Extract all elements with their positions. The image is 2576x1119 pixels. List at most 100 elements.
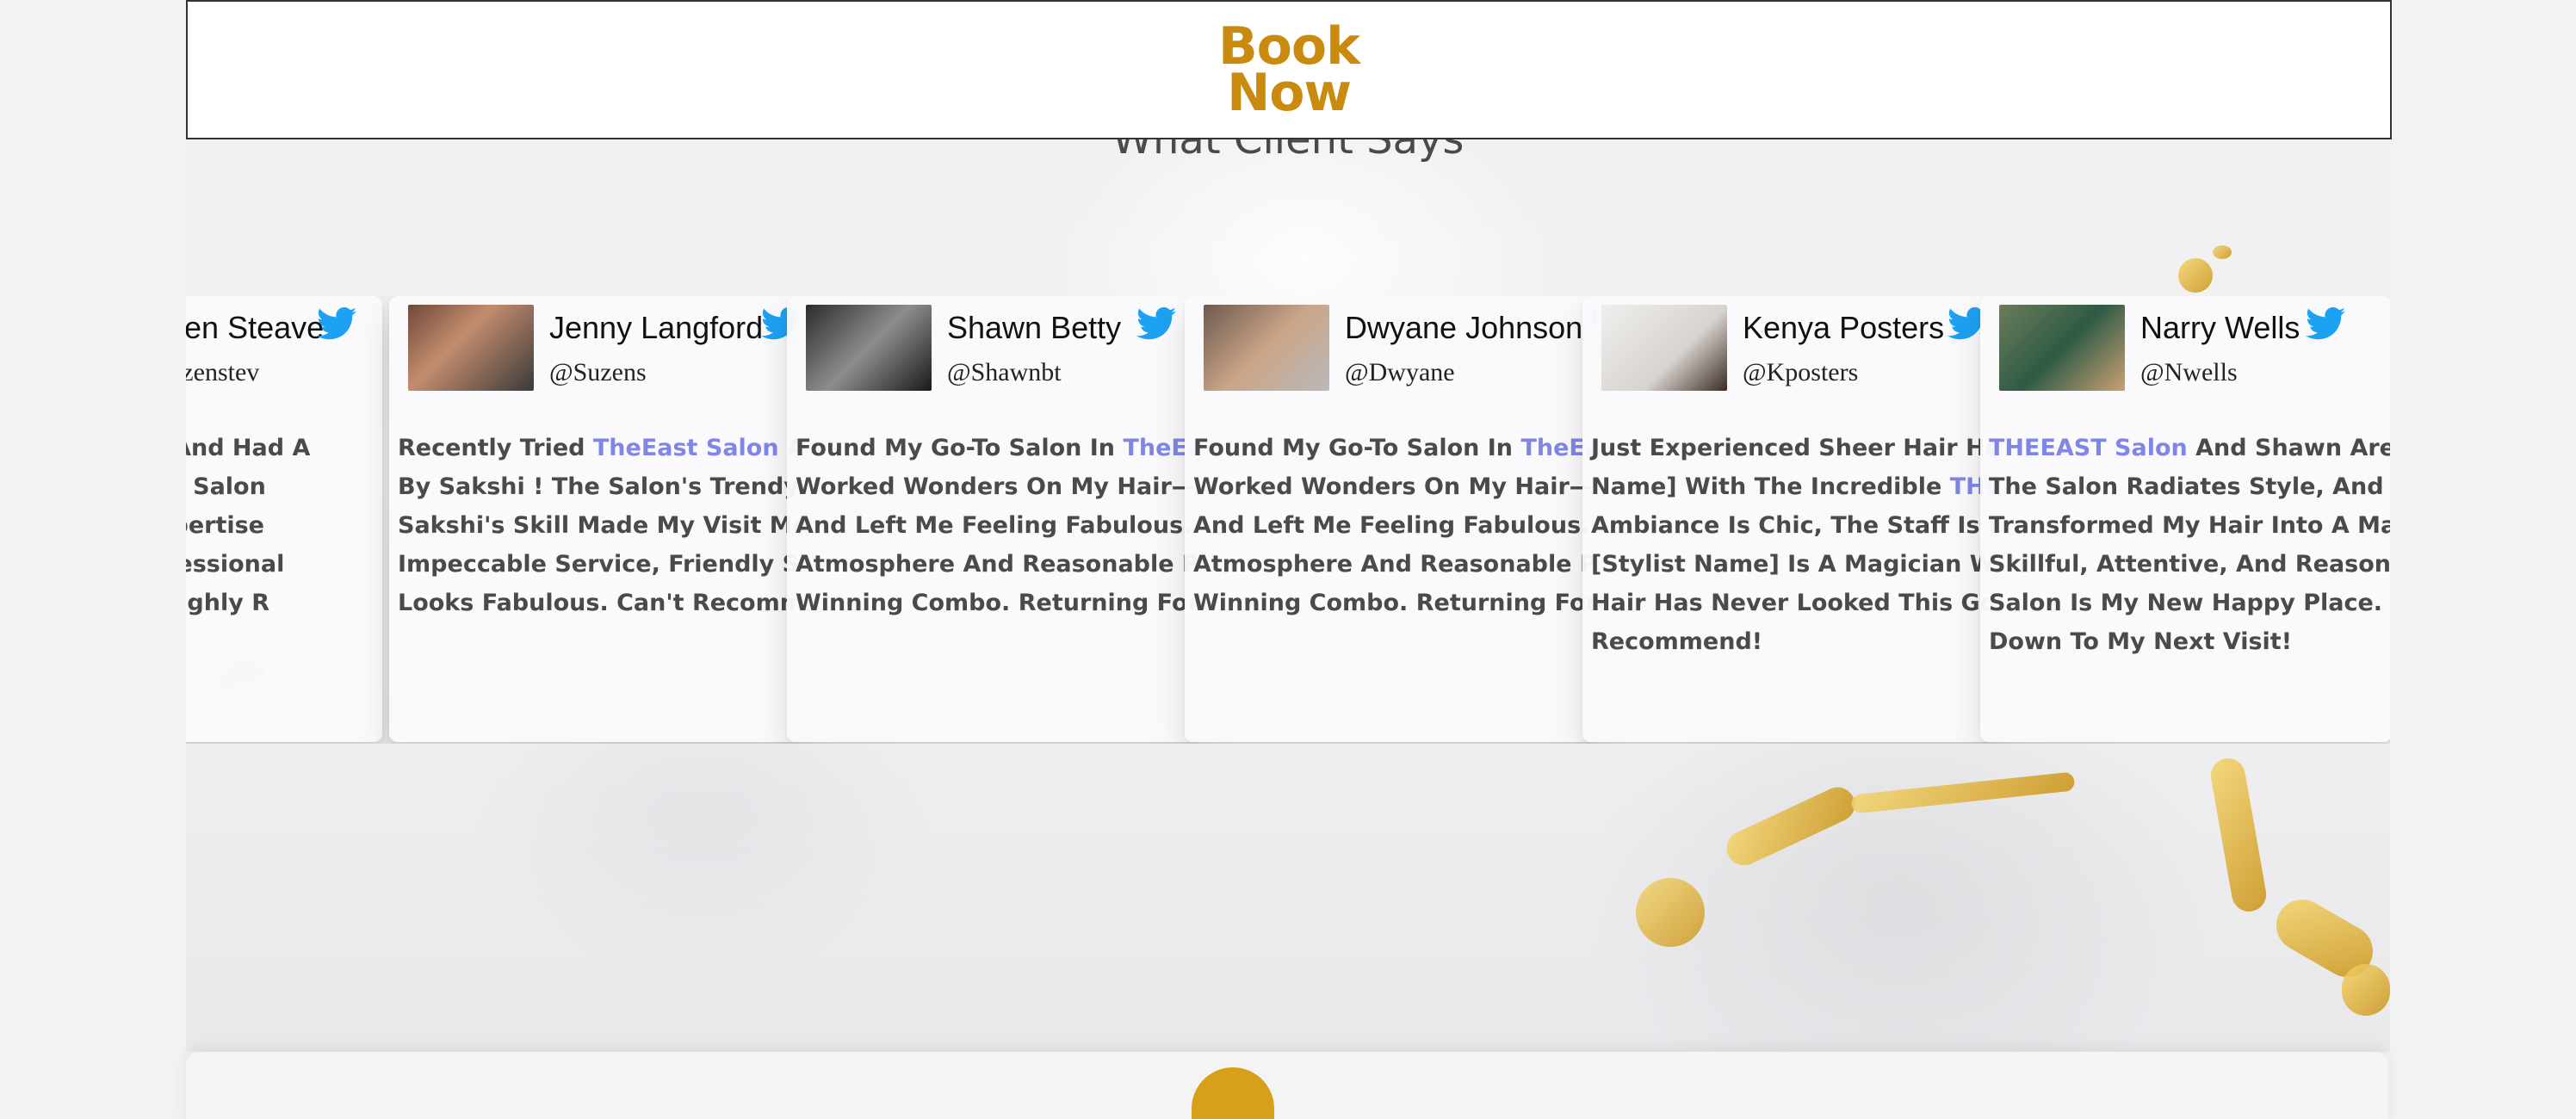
testimonial-line: Winning Combo. Returning For S xyxy=(796,584,1198,622)
testimonial-line: [Stylist Name] Is A Magician Wit xyxy=(1591,545,1994,584)
gold-splash-decoration xyxy=(2178,258,2213,293)
testimonial-text-segment: And Harry's Expertise xyxy=(186,512,264,539)
testimonial-text: Just Experienced Sheer Hair He Name] With… xyxy=(1591,429,1994,661)
testimonial-text-segment: Just Experienced Sheer Hair He xyxy=(1591,435,1994,461)
testimonial-text-segment: And Left Me Feeling Fabulous. T xyxy=(796,512,1198,539)
testimonial-line: Fairly Priced. Highly R xyxy=(186,584,382,622)
testimonial-text-segment: Worked Wonders On My Hair—A xyxy=(1193,473,1596,500)
avatar xyxy=(408,305,534,391)
testimonial-text-segment: Name] With The Incredible xyxy=(1591,473,1950,500)
testimonial-text-segment: [Stylist Name] Is A Magician Wit xyxy=(1591,551,1994,578)
testimonial-line: Winning Combo. Returning For S xyxy=(1193,584,1596,622)
testimonial-text-segment: Winning Combo. Returning For S xyxy=(796,590,1198,616)
testimonial-carousel[interactable]: Suzen Steave @Suzenstev TheEast Salon And … xyxy=(186,296,2390,744)
book-now-label-line2: Now xyxy=(1227,63,1352,123)
reviewer-name: Kenya Posters xyxy=(1743,310,1945,345)
reviewer-handle: @Suzenstev xyxy=(186,358,260,386)
testimonial-text-segment: With Harry. The Salon xyxy=(186,473,266,500)
testimonial-text-segment: Skillful, Attentive, And Reasonabl xyxy=(1989,551,2390,578)
gold-splash-decoration xyxy=(2342,964,2390,1016)
avatar xyxy=(806,305,932,391)
testimonial-text-segment: Recommend! xyxy=(1591,628,1763,655)
testimonial-line: Transformed My Hair Into A Mast xyxy=(1989,506,2390,545)
testimonial-card: Narry Wells @Nwells THEEAST Salon And Shaw… xyxy=(1980,296,2390,742)
testimonial-line: And Left Me Feeling Fabulous. T xyxy=(1193,506,1596,545)
reviewer-handle: @Dwyane xyxy=(1345,358,1455,386)
testimonial-line: And Style. Professional xyxy=(186,545,382,584)
testimonial-text-segment: Fairly Priced. Highly R xyxy=(186,590,270,616)
gold-splash-decoration xyxy=(2213,245,2232,259)
testimonial-text: THEEAST Salon And Shawn Are A The Salon R… xyxy=(1989,429,2390,661)
reviewer-handle: @Shawnbt xyxy=(947,358,1062,386)
testimonial-line: Found My Go-To Salon In TheEast xyxy=(1193,429,1596,467)
reviewer-handle: @Kposters xyxy=(1743,358,1859,386)
testimonial-line: Sakshi's Skill Made My Visit Mem xyxy=(398,506,801,545)
testimonial-line: Atmosphere And Reasonable Pri xyxy=(796,545,1198,584)
reviewer-handle: @Suzens xyxy=(549,358,647,386)
testimonial-line: With Harry. The Salon xyxy=(186,467,382,506)
testimonial-line: Ambiance Is Chic, The Staff Is Fr xyxy=(1591,506,1994,545)
testimonial-line: Found My Go-To Salon In TheEast xyxy=(796,429,1198,467)
testimonial-text-segment: Winning Combo. Returning For S xyxy=(1193,590,1596,616)
testimonial-text-segment: Sakshi's Skill Made My Visit Mem xyxy=(398,512,801,539)
avatar xyxy=(1601,305,1727,391)
testimonial-line: Skillful, Attentive, And Reasonabl xyxy=(1989,545,2390,584)
testimonial-text-segment: Atmosphere And Reasonable Pri xyxy=(1193,551,1596,578)
testimonial-text-segment: Found My Go-To Salon In xyxy=(1193,435,1521,461)
salon-link[interactable]: TheEast Salon xyxy=(593,435,779,461)
reviewer-name: Suzen Steave xyxy=(186,310,325,345)
testimonial-card: Kenya Posters @Kposters Just Experienced S… xyxy=(1582,296,1994,742)
testimonial-line: Atmosphere And Reasonable Pri xyxy=(1193,545,1596,584)
gold-logo-icon xyxy=(1192,1067,1274,1119)
testimonial-line: And Harry's Expertise xyxy=(186,506,382,545)
testimonial-line: By Sakshi ! The Salon's Trendy V xyxy=(398,467,801,506)
reviewer-handle: @Nwells xyxy=(2140,358,2238,386)
testimonial-text-segment: Ambiance Is Chic, The Staff Is Fr xyxy=(1591,512,1994,539)
testimonial-line: Just Experienced Sheer Hair He xyxy=(1591,429,1994,467)
avatar xyxy=(1204,305,1329,391)
book-now-banner: Book Now xyxy=(186,0,2392,139)
testimonial-card: Suzen Steave @Suzenstev TheEast Salon And … xyxy=(186,296,382,742)
testimonial-text-segment: Worked Wonders On My Hair—A xyxy=(796,473,1198,500)
gold-splash-decoration xyxy=(1636,878,1705,947)
testimonial-text-segment: And Shawn Are A xyxy=(2195,435,2390,461)
testimonial-text: Found My Go-To Salon In TheEast Worked Wo… xyxy=(1193,429,1596,622)
testimonial-line: Down To My Next Visit! xyxy=(1989,622,2390,661)
testimonial-line: Worked Wonders On My Hair—A xyxy=(1193,467,1596,506)
testimonial-line: And Left Me Feeling Fabulous. T xyxy=(796,506,1198,545)
reviewer-name: Jenny Langford xyxy=(549,310,764,345)
reviewer-name: Dwyane Johnson xyxy=(1345,310,1583,345)
testimonial-text: Found My Go-To Salon In TheEast Worked Wo… xyxy=(796,429,1198,622)
testimonial-line: Name] With The Incredible THEE xyxy=(1591,467,1994,506)
book-now-button[interactable]: Book Now xyxy=(1203,21,1375,123)
testimonial-text-segment: Down To My Next Visit! xyxy=(1989,628,2293,655)
testimonial-line: Recently Tried TheEast Salon And xyxy=(398,429,801,467)
testimonial-text-segment: Recently Tried xyxy=(398,435,593,461)
twitter-icon[interactable] xyxy=(317,306,356,341)
reviewer-name: Narry Wells xyxy=(2140,310,2300,345)
testimonial-line: Impeccable Service, Friendly Sta xyxy=(398,545,801,584)
testimonial-text-segment: And Had A xyxy=(186,435,311,461)
next-section-panel xyxy=(186,1052,2388,1119)
testimonial-text-segment: Salon Is My New Happy Place. Al xyxy=(1989,590,2390,616)
testimonial-line: THEEAST Salon And Shawn Are A xyxy=(1989,429,2390,467)
testimonial-text: Recently Tried TheEast Salon And By Saksh… xyxy=(398,429,801,622)
testimonial-card: Dwyane Johnson @Dwyane Found My Go-To Salo… xyxy=(1185,296,1596,742)
avatar xyxy=(1999,305,2125,391)
salon-link[interactable]: THEEAST Salon xyxy=(1989,435,2188,461)
testimonial-text-segment: Transformed My Hair Into A Mast xyxy=(1989,512,2390,539)
testimonial-text-segment: Impeccable Service, Friendly Sta xyxy=(398,551,801,578)
testimonial-text-segment: Atmosphere And Reasonable Pri xyxy=(796,551,1198,578)
testimonial-text-segment: And Style. Professional xyxy=(186,551,285,578)
testimonial-text-segment: And Left Me Feeling Fabulous. T xyxy=(1193,512,1596,539)
reviewer-name: Shawn Betty xyxy=(947,310,1122,345)
testimonial-text-segment: By Sakshi ! The Salon's Trendy V xyxy=(398,473,801,500)
testimonial-line: Salon Is My New Happy Place. Al xyxy=(1989,584,2390,622)
twitter-icon[interactable] xyxy=(1136,306,1176,341)
testimonial-line: The Salon Radiates Style, And Kr xyxy=(1989,467,2390,506)
testimonial-text-segment: Looks Fabulous. Can't Recomme xyxy=(398,590,801,616)
testimonial-line: Worked Wonders On My Hair—A xyxy=(796,467,1198,506)
twitter-icon[interactable] xyxy=(2306,306,2345,341)
testimonial-line: Hair Has Never Looked This Goo xyxy=(1591,584,1994,622)
testimonial-text-segment: The Salon Radiates Style, And Kr xyxy=(1989,473,2390,500)
